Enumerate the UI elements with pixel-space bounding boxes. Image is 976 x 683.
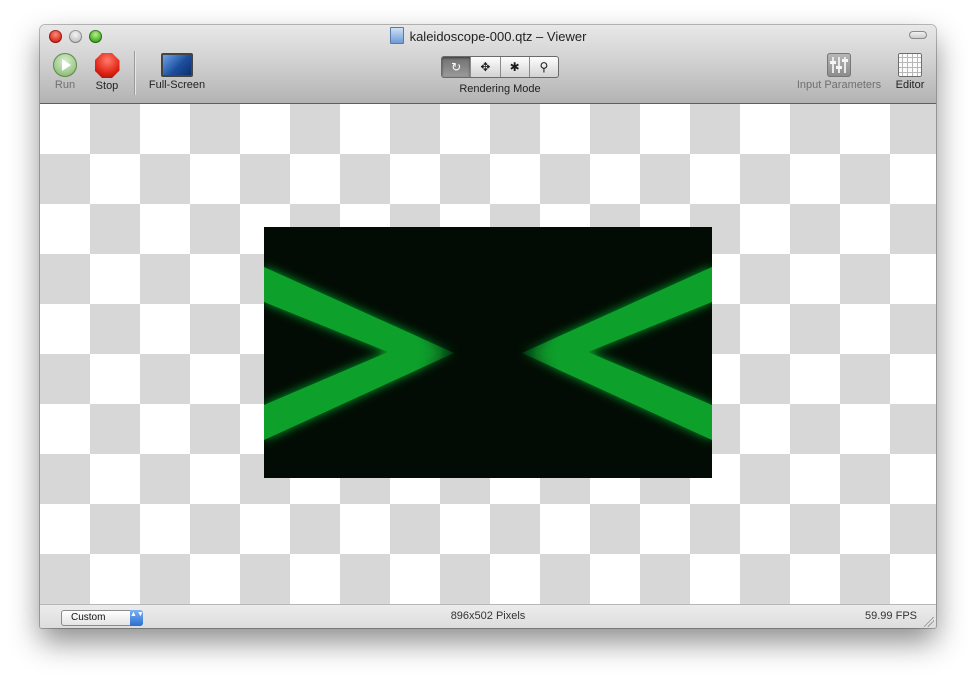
play-icon <box>53 53 77 77</box>
rendering-mode-move[interactable]: ✥ <box>471 57 501 77</box>
resize-grip-icon[interactable] <box>924 617 934 627</box>
editor-label: Editor <box>895 79 925 91</box>
run-button[interactable]: Run <box>52 53 78 91</box>
bug-icon: ✱ <box>509 60 520 74</box>
checkerboard-canvas <box>40 104 936 604</box>
input-parameters-button[interactable]: Input Parameters <box>784 53 894 91</box>
render-output <box>264 227 712 478</box>
fps-readout: 59.99 FPS <box>865 610 917 622</box>
window-title: kaleidoscope-000.qtz – Viewer <box>409 29 587 44</box>
rendering-mode-zoom[interactable]: ⚲ <box>530 57 558 77</box>
stop-button[interactable]: Stop <box>92 53 122 92</box>
viewer-window: kaleidoscope-000.qtz – Viewer Run Stop F… <box>40 25 936 628</box>
document-icon <box>389 27 404 44</box>
status-bar: Custom ▲▼ 896x502 Pixels 59.99 FPS <box>40 604 936 628</box>
run-label: Run <box>54 79 76 91</box>
move-icon: ✥ <box>480 60 491 74</box>
rendering-mode-label: Rendering Mode <box>459 83 541 95</box>
right-chevron <box>522 267 712 440</box>
titlebar: kaleidoscope-000.qtz – Viewer Run Stop F… <box>40 25 936 104</box>
stop-icon <box>94 53 120 78</box>
input-parameters-label: Input Parameters <box>796 79 882 91</box>
rendering-mode-debug[interactable]: ✱ <box>501 57 530 77</box>
fullscreen-label: Full-Screen <box>148 79 206 91</box>
stop-label: Stop <box>95 80 119 92</box>
editor-button[interactable]: Editor <box>892 53 928 91</box>
sliders-icon <box>827 53 851 77</box>
grid-icon <box>898 53 922 77</box>
rendering-mode-rotate[interactable]: ↻ <box>442 57 472 77</box>
kaleidoscope-render <box>264 267 712 440</box>
display-icon <box>161 53 193 77</box>
dimensions-readout: 896x502 Pixels <box>450 610 526 622</box>
rotate-icon: ↻ <box>451 60 462 74</box>
window-title-bar: kaleidoscope-000.qtz – Viewer <box>40 27 936 45</box>
fullscreen-button[interactable]: Full-Screen <box>146 53 208 91</box>
magnifier-icon: ⚲ <box>539 60 549 74</box>
left-chevron <box>264 267 454 440</box>
toolbar-separator <box>134 51 135 95</box>
rendering-mode-control: ↻ ✥ ✱ ⚲ <box>441 56 559 78</box>
